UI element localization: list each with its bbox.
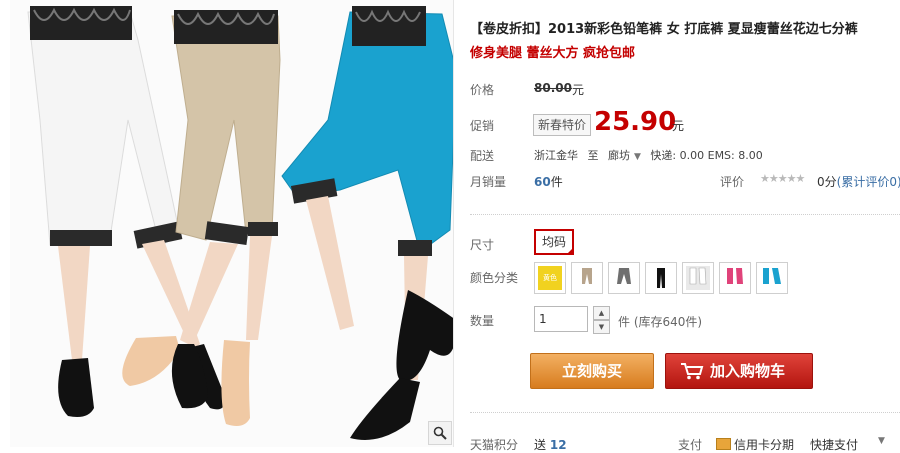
magnifier-icon xyxy=(433,426,447,440)
quantity-label: 数量 xyxy=(470,314,495,328)
rose-pants-thumb-icon xyxy=(723,266,747,290)
color-swatch-yellow-label: 黄色 xyxy=(538,266,562,290)
add-to-cart-button[interactable]: 加入购物车 xyxy=(665,353,813,389)
stock-info: 件 (库存640件) xyxy=(618,313,702,330)
tmall-points-label: 天猫积分 xyxy=(470,438,519,452)
credit-card-icon xyxy=(716,438,731,450)
payment-credit-installment-label: 信用卡分期 xyxy=(734,438,795,452)
khaki-pants-thumb-icon xyxy=(575,266,599,290)
color-label: 颜色分类 xyxy=(470,271,519,285)
buy-now-button[interactable]: 立刻购买 xyxy=(530,353,654,389)
monthly-sales-unit: 件 xyxy=(550,175,563,189)
payment-credit-installment[interactable]: 信用卡分期 xyxy=(716,436,794,453)
dropdown-icon[interactable]: ▼ xyxy=(634,152,641,162)
quantity-decrease-button[interactable]: ▼ xyxy=(593,320,610,334)
size-label: 尺寸 xyxy=(470,238,495,252)
size-option-selected[interactable]: 均码 xyxy=(534,229,574,255)
gray-pants-thumb-icon xyxy=(612,266,636,290)
product-detail-panel: 【卷皮折扣】2013新彩色铅笔裤 女 打底裤 夏显瘦蕾丝花边七分裤 修身美腿 蕾… xyxy=(470,0,900,452)
cart-icon xyxy=(681,363,704,380)
khaki-pants-figure xyxy=(122,10,281,426)
payment-quick-pay[interactable]: 快捷支付 xyxy=(810,436,858,453)
original-price-currency: 元 xyxy=(572,83,585,97)
shipping-destination-select[interactable]: 廊坊 xyxy=(608,149,630,162)
price-label: 价格 xyxy=(470,83,495,97)
product-gallery xyxy=(0,0,458,452)
rating-score: 0分 xyxy=(817,175,837,189)
product-title: 【卷皮折扣】2013新彩色铅笔裤 女 打底裤 夏显瘦蕾丝花边七分裤 xyxy=(470,22,858,37)
color-swatch-black[interactable] xyxy=(645,262,677,294)
monthly-sales-label: 月销量 xyxy=(470,175,507,189)
color-swatch-gray[interactable] xyxy=(608,262,640,294)
product-photo-illustration xyxy=(27,6,453,440)
shipping-fee-detail: 快递: 0.00 EMS: 8.00 xyxy=(650,149,763,162)
tmall-points: 送 12 xyxy=(534,436,567,453)
blue-pants-figure xyxy=(281,6,453,440)
quantity-unit: 件 xyxy=(618,315,631,329)
shipping-info: 浙江金华 至 廊坊 ▼ 快递: 0.00 EMS: 8.00 xyxy=(534,147,763,163)
black-pants-thumb-icon xyxy=(649,266,673,290)
tmall-points-value: 12 xyxy=(549,438,567,452)
rating-label: 评价 xyxy=(720,175,745,189)
review-count-link[interactable]: (累计评价0) xyxy=(837,175,900,189)
payment-label: 支付 xyxy=(678,438,703,452)
original-price: 80.00 xyxy=(534,81,572,95)
shipping-to-word: 至 xyxy=(587,149,599,162)
shipping-label: 配送 xyxy=(470,149,495,163)
star-icon: ★★★★★ xyxy=(760,172,805,185)
white-pants-thumb-icon xyxy=(686,266,710,290)
zoom-icon[interactable] xyxy=(428,421,452,445)
promo-price: 25.90 xyxy=(594,107,677,137)
rating-summary: 0分(累计评价0) xyxy=(817,173,900,190)
color-swatch-blue[interactable] xyxy=(756,262,788,294)
divider xyxy=(470,214,900,215)
product-subtitle: 修身美腿 蕾丝大方 疯抢包邮 xyxy=(470,46,636,61)
monthly-sales: 60件 xyxy=(534,173,563,190)
color-swatch-rose[interactable] xyxy=(719,262,751,294)
quantity-increase-button[interactable]: ▲ xyxy=(593,306,610,320)
product-photo[interactable] xyxy=(10,0,454,447)
promo-badge: 新春特价 xyxy=(533,114,592,136)
tmall-points-prefix: 送 xyxy=(534,438,547,452)
divider xyxy=(470,412,900,413)
color-swatch-khaki[interactable] xyxy=(571,262,603,294)
promo-label: 促销 xyxy=(470,119,495,133)
quantity-input[interactable] xyxy=(534,306,588,332)
blue-pants-thumb-icon xyxy=(760,266,784,290)
shipping-from: 浙江金华 xyxy=(534,149,578,162)
chevron-down-icon[interactable]: ▼ xyxy=(878,436,885,446)
promo-price-currency: 元 xyxy=(672,119,685,133)
color-swatch-white[interactable] xyxy=(682,262,714,294)
add-to-cart-label: 加入购物车 xyxy=(710,362,786,380)
monthly-sales-count: 60 xyxy=(534,175,551,189)
size-option-label: 均码 xyxy=(541,235,566,249)
selected-check-icon xyxy=(566,247,574,255)
color-swatch-yellow[interactable]: 黄色 xyxy=(534,262,566,294)
stock-count: (库存640件) xyxy=(633,315,703,329)
